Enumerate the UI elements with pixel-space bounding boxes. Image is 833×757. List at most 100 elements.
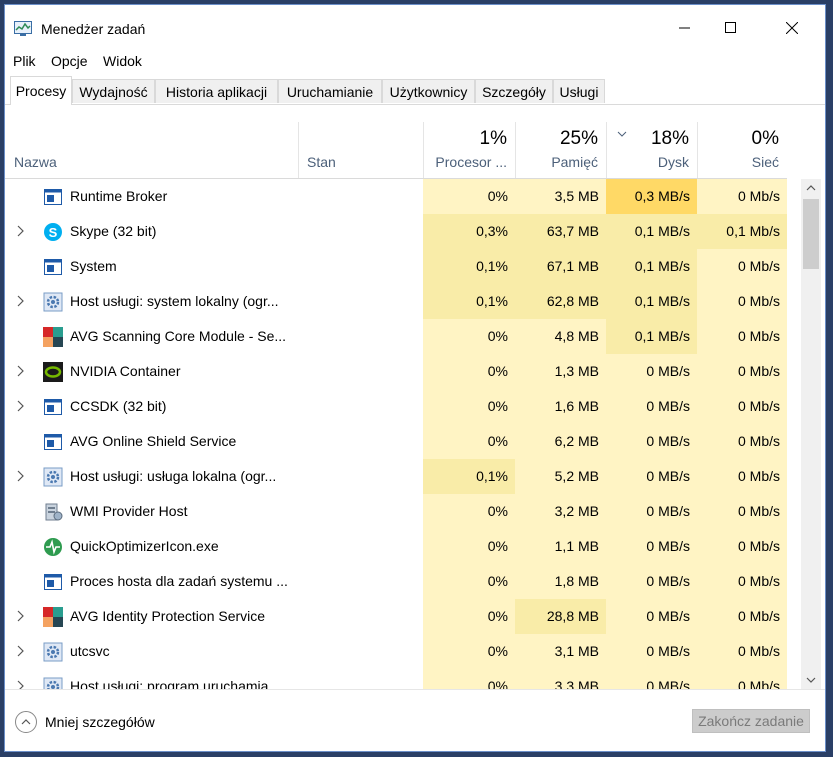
disk-total: 18% [650,128,689,149]
close-button[interactable] [769,11,815,45]
fewer-details-button[interactable]: Mniej szczegółów [15,710,155,734]
tab-services[interactable]: Usługi [553,79,605,103]
process-row[interactable]: Host usługi: program uruchamia... 0% 3,3 M… [5,669,787,689]
tab-details[interactable]: Szczegóły [475,79,553,103]
chevron-right-icon[interactable] [15,223,27,239]
title-bar[interactable]: Menedżer zadań [5,5,825,49]
process-name: Host usługi: usługa lokalna (ogr... [70,468,277,484]
process-cpu-value: 0% [423,179,515,214]
nvidia-icon [43,362,63,382]
process-net-value: 0 Mb/s [697,249,787,284]
process-net-value: 0 Mb/s [697,284,787,319]
tab-app-history[interactable]: Historia aplikacji [155,79,278,103]
process-cpu-value: 0% [423,529,515,564]
scrollbar-thumb[interactable] [803,199,819,269]
maximize-icon [725,22,736,33]
tab-performance[interactable]: Wydajność [72,79,155,103]
process-row[interactable]: S Skype (32 bit) 0,3% 63,7 MB 0,1 MB/s 0,1 Mb… [5,214,787,249]
process-disk-value: 0 MB/s [606,424,697,459]
minimize-button[interactable] [662,11,708,45]
column-disk-label: Dysk [657,154,689,170]
process-net-value: 0,1 Mb/s [697,214,787,249]
process-row[interactable]: CCSDK (32 bit) 0% 1,6 MB 0 MB/s 0 Mb/s [5,389,787,424]
process-disk-value: 0 MB/s [606,389,697,424]
chevron-right-icon[interactable] [15,678,27,689]
column-name-label: Nazwa [14,154,57,170]
tab-users[interactable]: Użytkownicy [382,79,475,103]
process-row[interactable]: AVG Online Shield Service 0% 6,2 MB 0 MB/s 0… [5,424,787,459]
vertical-scrollbar[interactable] [801,179,821,689]
process-mem-value: 3,3 MB [515,669,606,689]
column-cpu[interactable]: 1% Procesor ... [423,122,515,178]
column-memory[interactable]: 25% Pamięć [515,122,606,178]
process-row[interactable]: Host usługi: system lokalny (ogr... 0,1% 6… [5,284,787,319]
process-row[interactable]: NVIDIA Container 0% 1,3 MB 0 MB/s 0 Mb/s [5,354,787,389]
chevron-right-icon[interactable] [15,468,27,484]
process-cpu-value: 0% [423,389,515,424]
process-name: NVIDIA Container [70,363,181,379]
quickoptimizer-icon [43,537,63,557]
column-network-label: Sieć [751,154,779,170]
process-disk-value: 0 MB/s [606,354,697,389]
process-disk-value: 0,1 MB/s [606,214,697,249]
sort-descending-icon [617,124,627,140]
gear-icon [43,467,63,487]
chevron-right-icon[interactable] [15,608,27,624]
chevron-up-icon [15,711,37,733]
process-cpu-value: 0,3% [423,214,515,249]
skype-icon: S [43,222,63,242]
network-total: 0% [751,128,779,149]
process-row[interactable]: WMI Provider Host 0% 3,2 MB 0 MB/s 0 Mb/s [5,494,787,529]
process-cpu-value: 0% [423,494,515,529]
menu-file[interactable]: Plik [13,53,36,69]
column-memory-label: Pamięć [551,154,598,170]
process-net-value: 0 Mb/s [697,459,787,494]
gear-icon [43,677,63,689]
window-app-icon [43,397,63,417]
end-task-button[interactable]: Zakończ zadanie [692,709,810,733]
process-disk-value: 0 MB/s [606,599,697,634]
process-disk-value: 0 MB/s [606,494,697,529]
process-row[interactable]: QuickOptimizerIcon.exe 0% 1,1 MB 0 MB/s 0 Mb… [5,529,787,564]
menu-view[interactable]: Widok [103,53,142,69]
process-mem-value: 5,2 MB [515,459,606,494]
process-row[interactable]: Runtime Broker 0% 3,5 MB 0,3 MB/s 0 Mb/s [5,179,787,214]
process-row[interactable]: System 0,1% 67,1 MB 0,1 MB/s 0 Mb/s [5,249,787,284]
tab-processes[interactable]: Procesy [10,76,72,105]
process-row[interactable]: AVG Scanning Core Module - Se... 0% 4,8 MB… [5,319,787,354]
column-disk[interactable]: 18% Dysk [606,122,697,178]
process-row[interactable]: Proces hosta dla zadań systemu ... 0% 1,8 … [5,564,787,599]
column-status-label: Stan [307,154,336,170]
process-net-value: 0 Mb/s [697,179,787,214]
column-status[interactable]: Stan [298,122,423,178]
process-disk-value: 0 MB/s [606,529,697,564]
menu-options[interactable]: Opcje [51,53,88,69]
column-network[interactable]: 0% Sieć [697,122,787,178]
maximize-button[interactable] [708,11,754,45]
process-row[interactable]: Host usługi: usługa lokalna (ogr... 0,1% 5… [5,459,787,494]
chevron-right-icon[interactable] [15,293,27,309]
footer: Mniej szczegółów Zakończ zadanie [5,689,825,751]
tab-startup[interactable]: Uruchamianie [278,79,382,103]
task-manager-icon [14,21,32,37]
process-name: Proces hosta dla zadań systemu ... [70,573,288,589]
process-mem-value: 67,1 MB [515,249,606,284]
process-cpu-value: 0% [423,319,515,354]
column-name[interactable]: Nazwa [5,122,298,178]
process-row[interactable]: utcsvc 0% 3,1 MB 0 MB/s 0 Mb/s [5,634,787,669]
window-app-icon [43,432,63,452]
process-row[interactable]: AVG Identity Protection Service 0% 28,8 MB… [5,599,787,634]
chevron-right-icon[interactable] [15,398,27,414]
process-mem-value: 1,6 MB [515,389,606,424]
process-name: Skype (32 bit) [70,223,157,239]
chevron-right-icon[interactable] [15,643,27,659]
process-net-value: 0 Mb/s [697,389,787,424]
process-mem-value: 28,8 MB [515,599,606,634]
tab-bar: Procesy Wydajność Historia aplikacji Uru… [5,76,825,105]
process-mem-value: 3,1 MB [515,634,606,669]
scroll-down-icon[interactable] [806,677,816,683]
chevron-right-icon[interactable] [15,363,27,379]
process-mem-value: 3,2 MB [515,494,606,529]
wmi-icon [43,502,63,522]
scroll-up-icon[interactable] [806,185,816,191]
